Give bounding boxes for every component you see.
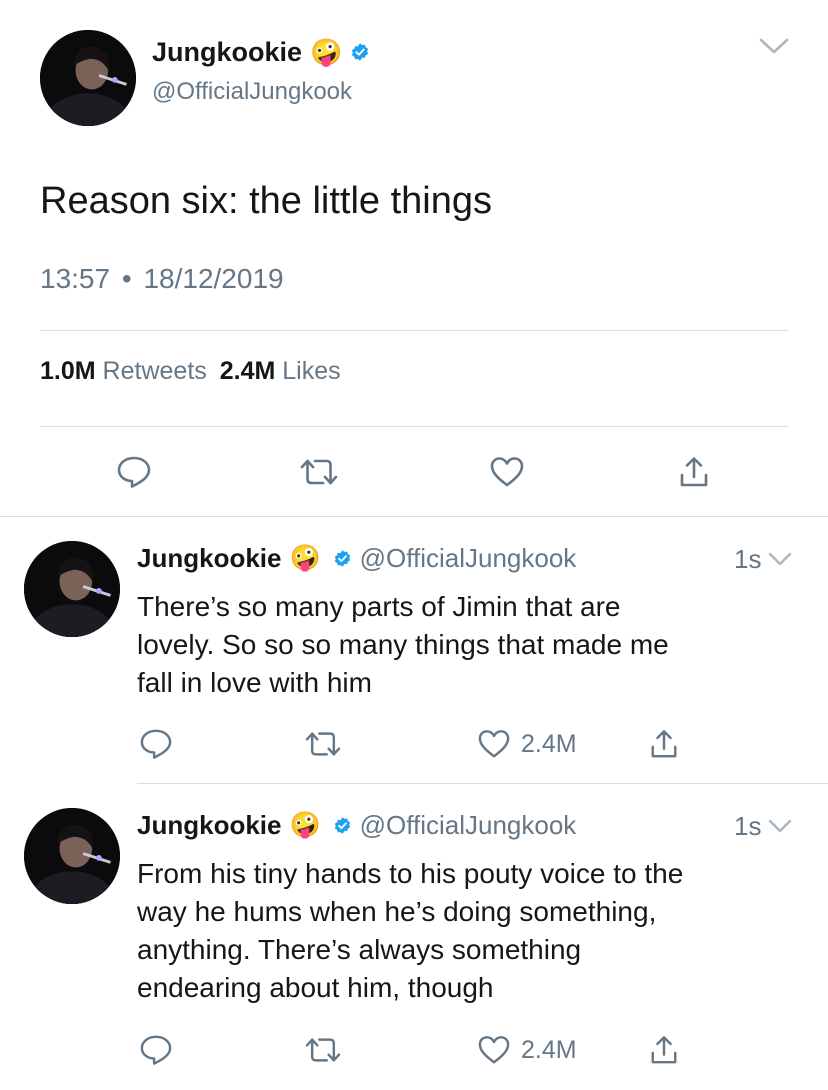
- heart-icon: [477, 1034, 511, 1066]
- heart-icon[interactable]: [489, 455, 525, 489]
- reply-icon[interactable]: [139, 728, 173, 760]
- tweet-age: 1s: [734, 544, 762, 574]
- separator-dot: •: [121, 263, 132, 294]
- reply-header: Jungkookie 🤪 @OfficialJungkook: [137, 808, 576, 842]
- reply-text-line: endearing about him, though: [137, 972, 494, 1003]
- divider: [40, 330, 788, 331]
- likes-stat[interactable]: 2.4M Likes: [220, 357, 341, 385]
- retweets-stat[interactable]: 1.0M Retweets: [40, 357, 214, 385]
- reply-text-line: fall in love with him: [137, 667, 372, 698]
- retweet-icon[interactable]: [303, 728, 343, 760]
- reply-text: From his tiny hands to his pouty voice t…: [137, 855, 683, 1007]
- like-count: 2.4M: [521, 1035, 577, 1064]
- reply-text-line: anything. There’s always something: [137, 934, 582, 965]
- verified-badge-icon: [333, 816, 352, 835]
- reply-header: Jungkookie 🤪 @OfficialJungkook: [137, 541, 576, 575]
- verified-badge-icon: [333, 549, 352, 568]
- reply-icon[interactable]: [139, 1034, 173, 1066]
- chevron-down-icon[interactable]: [767, 550, 793, 568]
- reply-icon[interactable]: [116, 455, 152, 489]
- avatar[interactable]: [24, 541, 120, 637]
- tweet-age: 1s: [734, 811, 762, 841]
- share-icon[interactable]: [649, 1034, 679, 1066]
- handle[interactable]: @OfficialJungkook: [152, 78, 352, 106]
- reply-text-line: lovely. So so so many things that made m…: [137, 629, 669, 660]
- emoji: 🤪: [289, 543, 321, 572]
- like-button[interactable]: 2.4M: [477, 1034, 577, 1066]
- timestamp: 13:57 • 18/12/2019: [40, 263, 284, 295]
- retweets-label: Retweets: [102, 357, 207, 385]
- display-name[interactable]: Jungkookie: [137, 810, 281, 841]
- handle[interactable]: @OfficialJungkook: [360, 810, 577, 841]
- like-button[interactable]: 2.4M: [477, 728, 577, 760]
- like-count: 2.4M: [521, 729, 577, 758]
- display-name[interactable]: Jungkookie: [152, 37, 302, 68]
- tweet-time: 13:57: [40, 263, 111, 294]
- share-icon[interactable]: [678, 455, 710, 489]
- chevron-down-icon[interactable]: [758, 36, 790, 56]
- divider: [0, 516, 828, 517]
- chevron-down-icon[interactable]: [767, 817, 793, 835]
- emoji: 🤪: [289, 810, 321, 839]
- avatar[interactable]: [40, 30, 136, 126]
- reply-text-line: From his tiny hands to his pouty voice t…: [137, 858, 684, 889]
- avatar[interactable]: [24, 808, 120, 904]
- heart-icon: [477, 728, 511, 760]
- reply-text-line: There’s so many parts of Jimin that are: [137, 591, 621, 622]
- display-name[interactable]: Jungkookie: [137, 543, 281, 574]
- reply-text-line: way he hums when he’s doing something,: [137, 896, 657, 927]
- retweet-icon[interactable]: [303, 1034, 343, 1066]
- retweet-icon[interactable]: [298, 455, 340, 489]
- retweets-count: 1.0M: [40, 357, 96, 385]
- likes-count: 2.4M: [219, 357, 276, 385]
- verified-badge-icon: [350, 42, 370, 62]
- stats-row: 1.0M Retweets 2.4M Likes: [40, 357, 341, 386]
- tweet-text: Reason six: the little things: [40, 180, 493, 222]
- divider: [137, 783, 828, 784]
- tweet-date: 18/12/2019: [143, 263, 284, 294]
- divider: [40, 426, 788, 427]
- handle[interactable]: @OfficialJungkook: [360, 543, 577, 574]
- emoji: 🤪: [310, 37, 343, 67]
- reply-text: There’s so many parts of Jimin that are …: [137, 588, 669, 702]
- likes-label: Likes: [282, 357, 341, 385]
- author-name-row: Jungkookie 🤪: [152, 34, 370, 70]
- share-icon[interactable]: [649, 728, 679, 760]
